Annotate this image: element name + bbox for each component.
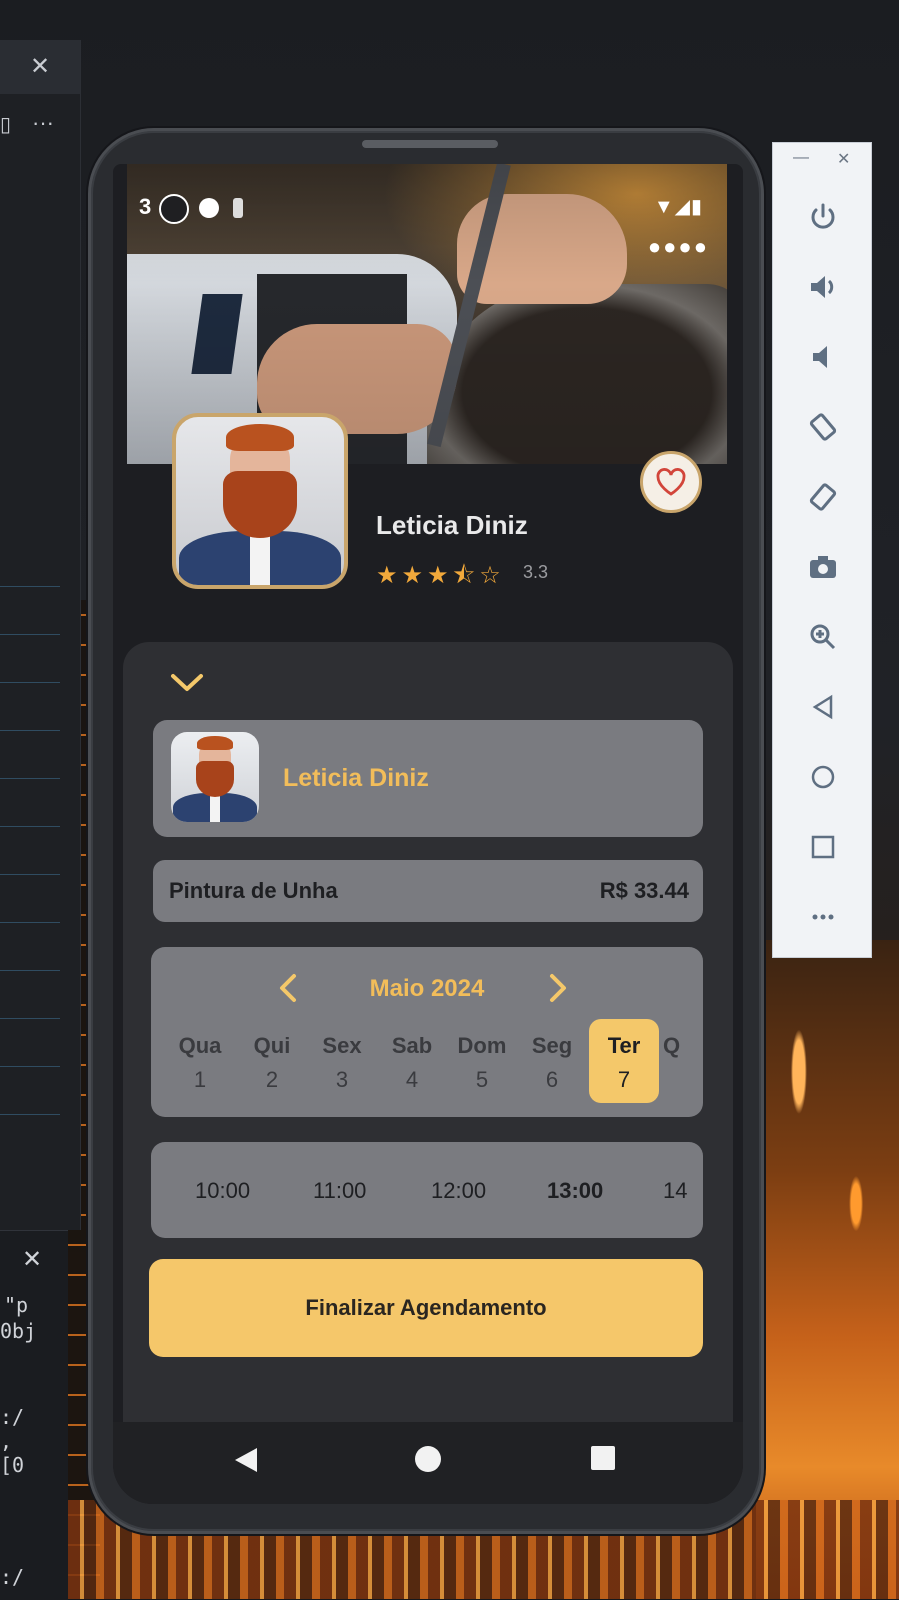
code-editor-window: ✕ ▯ ··· [0,40,81,1230]
rating-stars: ★★★⯪☆ [376,561,505,589]
time-slot-selected[interactable]: 13:00 [547,1178,603,1204]
terminal-line: :/ [0,1405,25,1429]
booking-sheet: Leticia Diniz Pintura de Unha R$ 33.44 M… [123,642,733,1422]
emulator-toolbar: — ✕ [772,142,872,958]
barber-card-name: Leticia Diniz [283,764,429,792]
close-icon[interactable]: ✕ [837,149,850,169]
calendar-day-selected[interactable]: Ter 7 [589,1019,659,1103]
volume-up-icon[interactable] [803,267,843,307]
more-icon[interactable]: ··· [32,110,54,136]
time-slot[interactable]: 14 [663,1178,687,1204]
terminal-line: 0bj [0,1319,37,1343]
terminal-line: [0 [0,1453,25,1477]
date-picker: Maio 2024 Qua 1 Qui 2 Sex 3 Sab 4 Dom 5 … [151,947,703,1117]
code-lines [0,560,60,1120]
day-number: 1 [193,1067,207,1092]
service-price: R$ 33.44 [599,878,689,903]
zoom-icon[interactable] [803,617,843,657]
terminal-line: "p [4,1293,29,1317]
time-slot[interactable]: 12:00 [431,1178,486,1204]
finish-booking-label: Finalizar Agendamento [305,1295,547,1320]
sim-icon [233,198,243,218]
rating-value: 3.3 [523,562,549,582]
home-icon[interactable] [803,757,843,797]
status-time: 3 [139,194,152,219]
power-icon[interactable] [803,197,843,237]
day-number: 3 [335,1067,349,1092]
circle-home-icon[interactable] [415,1446,441,1472]
service-name: Pintura de Unha [169,878,338,903]
day-weekday: Sab [391,1033,433,1058]
day-number: 2 [265,1067,279,1092]
calendar-day[interactable]: Sab 4 [379,1019,445,1103]
finish-booking-button[interactable]: Finalizar Agendamento [149,1259,703,1357]
signal-battery-icon: ▼◢▮ [653,196,703,218]
minimize-icon[interactable]: — [793,149,809,167]
day-number: 7 [617,1067,631,1092]
app-notification-icon [199,198,219,218]
time-slot-list: 10:00 11:00 12:00 13:00 14 [151,1142,703,1238]
camera-cutout-icon: ●●●● [647,234,709,259]
day-weekday: Seg [531,1033,573,1058]
selected-service-row[interactable]: Pintura de Unha R$ 33.44 [153,860,703,922]
barber-name: Leticia Diniz [376,510,528,540]
rotate-left-icon[interactable] [803,407,843,447]
selected-barber-card[interactable]: Leticia Diniz [153,720,703,837]
terminal-panel: ✕ "p 0bj :/ , [0 :/ [0,1230,68,1600]
day-number: 5 [475,1067,489,1092]
chevron-right-icon[interactable] [543,971,573,1005]
time-slot[interactable]: 11:00 [313,1178,366,1204]
split-editor-icon[interactable]: ▯ [0,112,11,136]
overview-icon[interactable] [803,827,843,867]
editor-tab-bar: ✕ [0,40,80,94]
day-weekday: Dom [457,1033,507,1058]
calendar-day[interactable]: Qui 2 [239,1019,305,1103]
close-icon[interactable]: ✕ [30,52,50,81]
day-weekday: Ter [607,1033,641,1058]
close-icon[interactable]: ✕ [22,1245,42,1274]
day-number: 4 [405,1067,419,1092]
calendar-day[interactable]: Seg 6 [519,1019,585,1103]
day-weekday: Q [663,1033,681,1058]
time-slot[interactable]: 10:00 [195,1178,250,1204]
day-weekday: Sex [322,1033,362,1058]
heart-icon [656,468,686,496]
favorite-button[interactable] [640,451,702,513]
camera-icon[interactable] [803,547,843,587]
day-number: 6 [545,1067,559,1092]
calendar-day[interactable]: Qua 1 [167,1019,233,1103]
day-weekday: Qui [253,1033,291,1058]
calendar-day[interactable]: Q [663,1019,703,1103]
chevron-down-icon[interactable] [169,668,205,698]
terminal-line: , [0,1429,13,1453]
back-icon[interactable] [803,687,843,727]
phone-speaker [362,140,498,148]
barber-card-avatar [171,732,259,822]
notification-icon [159,194,189,224]
volume-down-icon[interactable] [803,337,843,377]
calendar-day[interactable]: Dom 5 [449,1019,515,1103]
square-recent-icon[interactable] [591,1446,615,1470]
more-icon[interactable] [803,897,843,937]
status-bar: 3 ▼◢▮ ●●●● [113,194,743,259]
day-weekday: Qua [178,1033,222,1058]
rotate-right-icon[interactable] [803,477,843,517]
app-screen: 3 ▼◢▮ ●●●● Leticia Diniz ★★★⯪☆ 3.3 Letic… [113,164,743,1504]
triangle-back-icon[interactable] [233,1446,259,1474]
android-nav-bar [113,1422,743,1504]
terminal-line: :/ [0,1565,25,1589]
barber-avatar [172,413,348,589]
calendar-day[interactable]: Sex 3 [309,1019,375,1103]
calendar-month: Maio 2024 [369,975,485,1002]
